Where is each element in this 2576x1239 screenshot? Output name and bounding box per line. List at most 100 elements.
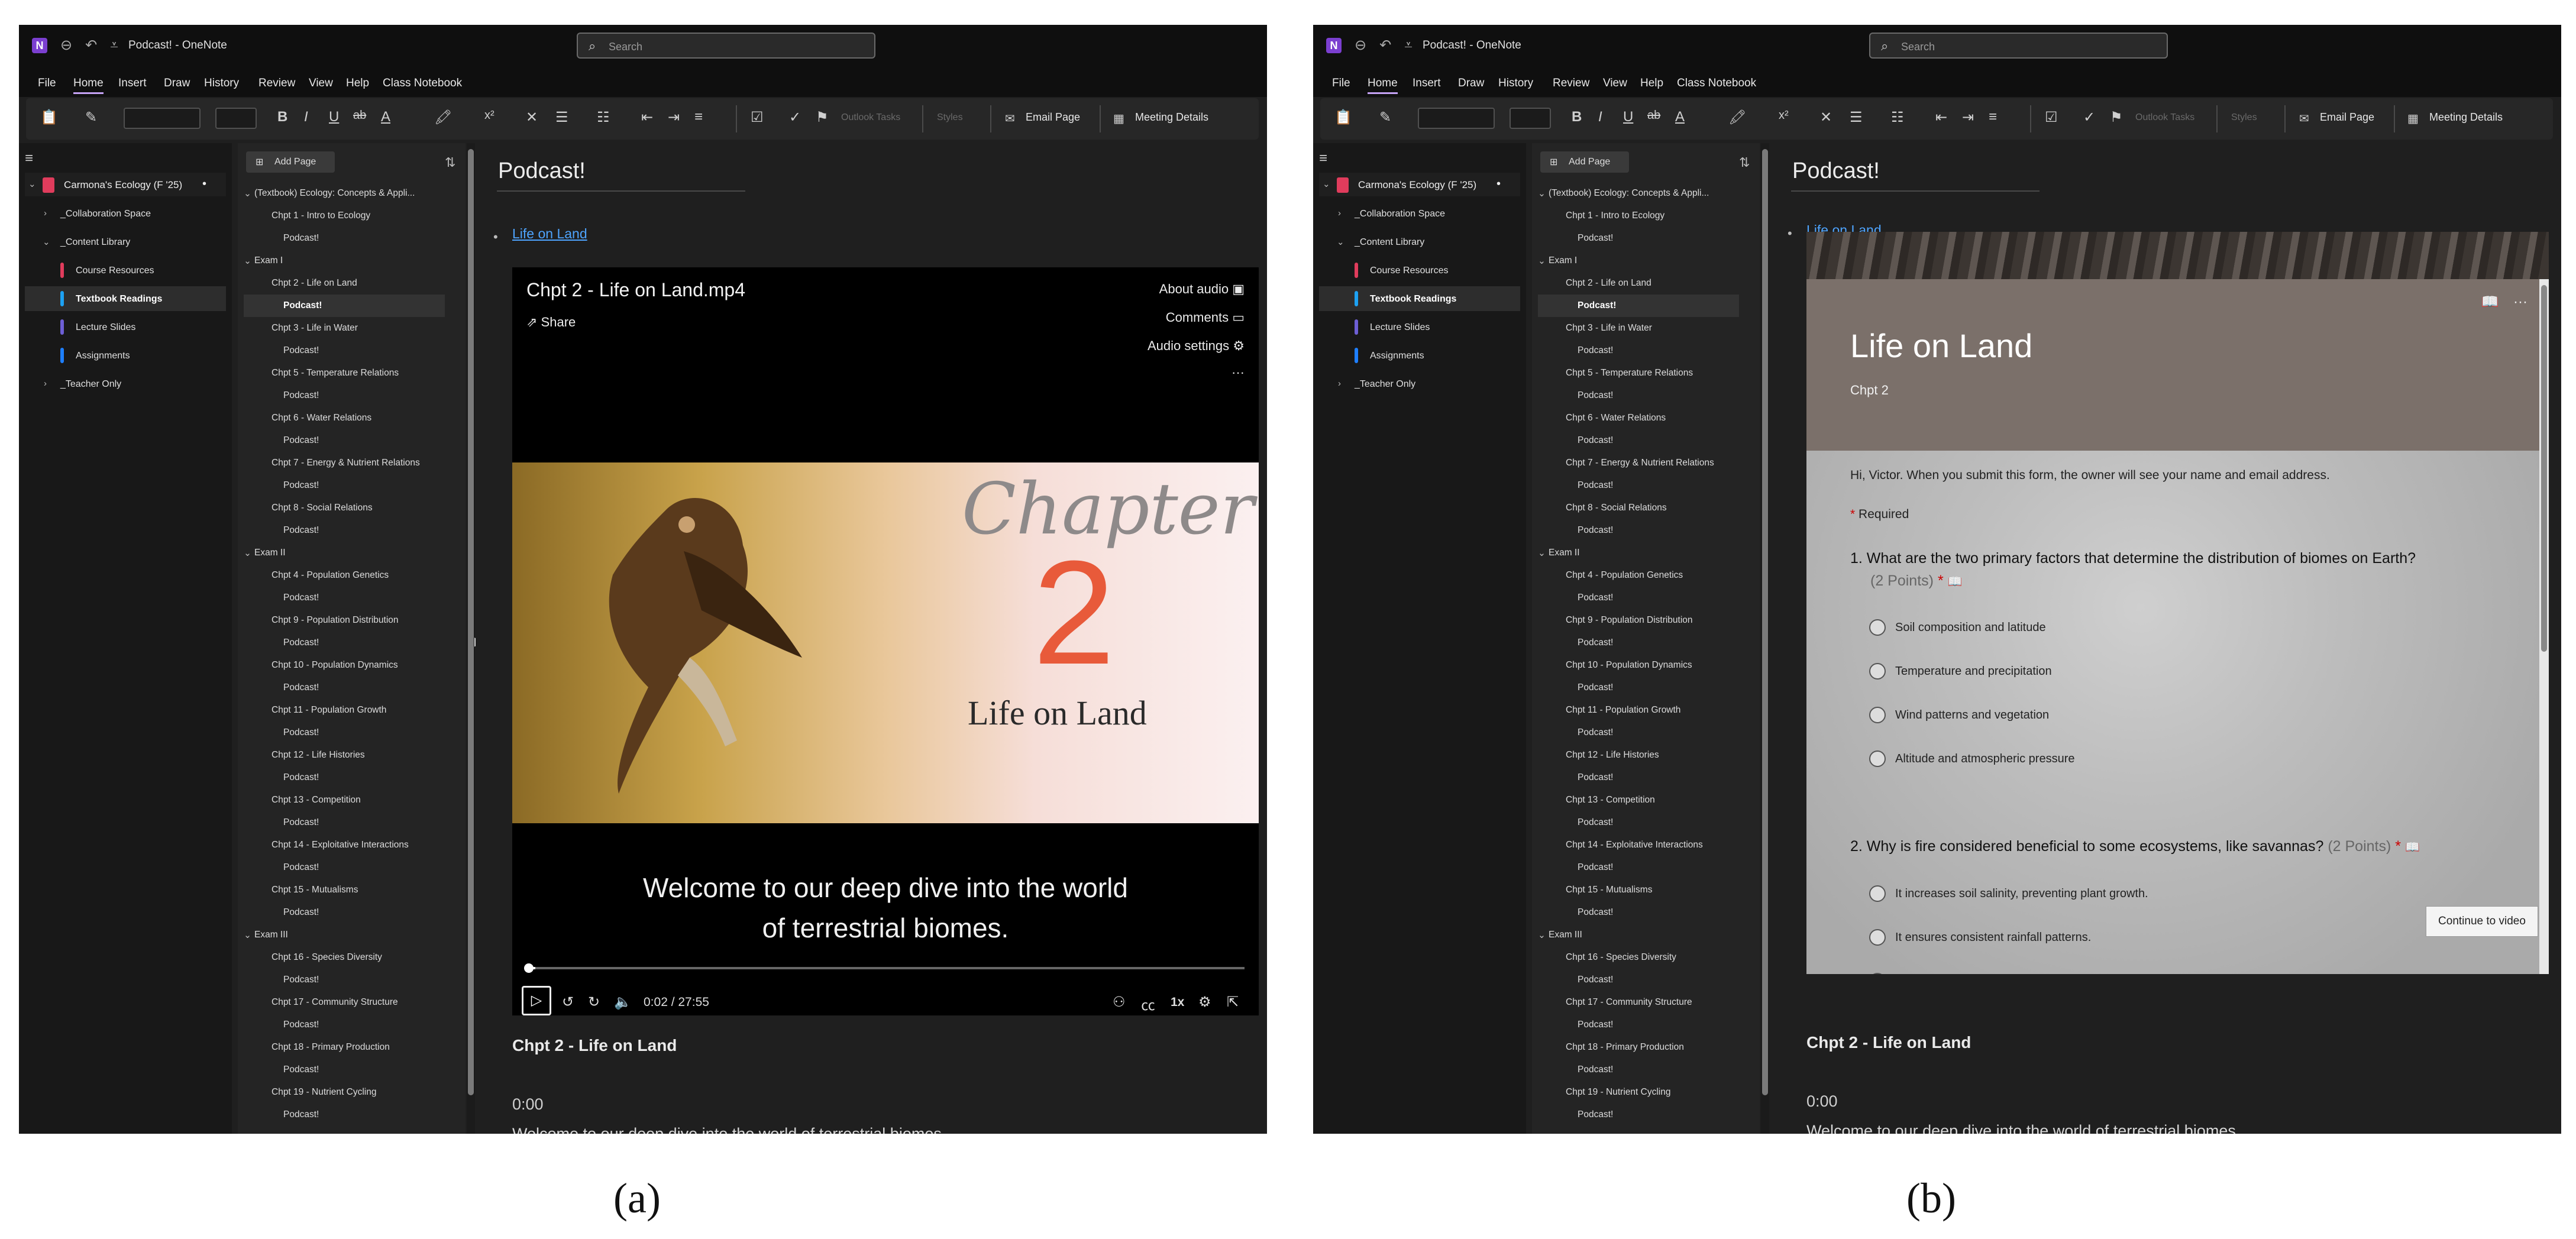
section-item[interactable]: Lecture Slides — [1319, 315, 1520, 339]
page-item[interactable]: Chpt 9 - Population Distribution — [1538, 609, 1739, 632]
menu-class-notebook[interactable]: Class Notebook — [1677, 77, 1756, 90]
align-icon[interactable]: ≡ — [1989, 109, 1997, 125]
embedded-form[interactable]: 📖 ··· Life on Land Chpt 2 Hi, Victor. Wh… — [1806, 232, 2549, 974]
page-group[interactable]: ⌄ Exam II — [1538, 542, 1739, 564]
transcript-timestamp[interactable]: 0:00 — [512, 1095, 544, 1114]
option-label[interactable]: Soil composition and latitude — [1895, 621, 2046, 635]
radio-button[interactable] — [1869, 929, 1886, 946]
page-item[interactable]: Chpt 12 - Life Histories — [1538, 744, 1739, 766]
section-item[interactable]: Assignments — [25, 343, 226, 368]
page-item[interactable]: Podcast! — [1538, 1014, 1739, 1036]
format-painter-icon[interactable]: ✎ — [85, 109, 97, 126]
page-item[interactable]: Chpt 18 - Primary Production — [244, 1036, 445, 1059]
page-item[interactable]: Podcast! — [1538, 811, 1739, 834]
page-item[interactable]: Chpt 8 - Social Relations — [1538, 497, 1739, 519]
highlight-icon[interactable]: 🖍 — [434, 109, 452, 126]
page-group[interactable]: ⌄ Exam III — [244, 924, 445, 946]
audio-settings-button[interactable]: Audio settings ⚙ — [1148, 338, 1245, 354]
paste-icon[interactable]: 📋 — [1334, 109, 1352, 126]
option-label[interactable]: Wind patterns and vegetation — [1895, 709, 2049, 722]
page-item[interactable]: Chpt 11 - Population Growth — [1538, 699, 1739, 722]
font-size-select[interactable] — [215, 108, 257, 129]
chevron-down-icon[interactable]: ⌄ — [244, 548, 251, 559]
chevron-down-icon[interactable]: ⌄ — [244, 188, 251, 199]
page-item[interactable]: Podcast! — [244, 969, 445, 991]
todo-icon[interactable]: ✓ — [789, 109, 801, 126]
search-input[interactable]: ⌕ Search — [1869, 33, 2168, 59]
page-item[interactable]: Podcast! — [244, 1014, 445, 1036]
progress-track[interactable] — [526, 967, 1245, 969]
undo-icon[interactable]: ↶ — [85, 38, 97, 53]
outdent-icon[interactable]: ⇤ — [1935, 109, 1947, 126]
more-icon[interactable]: ··· — [2513, 294, 2527, 310]
page-item[interactable]: Chpt 10 - Population Dynamics — [1538, 654, 1739, 677]
page-item[interactable]: Chpt 15 - Mutualisms — [1538, 879, 1739, 901]
section-item[interactable]: ⌄ _Content Library — [1319, 229, 1520, 254]
page-item[interactable]: Podcast! — [1538, 295, 1739, 317]
page-item[interactable]: Podcast! — [1538, 856, 1739, 879]
page-item[interactable]: Podcast! — [1538, 766, 1739, 789]
page-item[interactable]: Podcast! — [1538, 722, 1739, 744]
meeting-details-button[interactable]: Meeting Details — [2429, 111, 2503, 124]
menu-class-notebook[interactable]: Class Notebook — [383, 77, 462, 90]
immersive-reader-icon[interactable]: 📖 — [2405, 841, 2420, 854]
chevron-down-icon[interactable]: ⌄ — [244, 255, 251, 267]
page-item[interactable]: Chpt 16 - Species Diversity — [1538, 946, 1739, 969]
page-item[interactable]: Podcast! — [1538, 474, 1739, 497]
italic-button[interactable]: I — [304, 109, 308, 125]
page-item[interactable]: Chpt 15 - Mutualisms — [244, 879, 445, 901]
page-item[interactable]: Chpt 17 - Community Structure — [1538, 991, 1739, 1014]
todo-icon[interactable]: ✓ — [2083, 109, 2095, 126]
page-item[interactable]: Chpt 5 - Temperature Relations — [244, 362, 445, 384]
bold-button[interactable]: B — [1572, 109, 1582, 125]
align-icon[interactable]: ≡ — [694, 109, 703, 125]
page-item[interactable]: Podcast! — [1538, 519, 1739, 542]
search-input[interactable]: ⌕ Search — [577, 33, 875, 59]
page-item[interactable]: Podcast! — [1538, 677, 1739, 699]
chevron-down-icon[interactable]: ⌄ — [244, 930, 251, 941]
playback-speed[interactable]: 1x — [1171, 995, 1184, 1010]
email-page-button[interactable]: Email Page — [1026, 111, 1080, 124]
comments-button[interactable]: Comments ▭ — [1166, 310, 1245, 325]
page-list-scrollbar[interactable] — [1761, 143, 1769, 1134]
quick-access-dropdown-icon[interactable]: ⩡ — [1404, 38, 1413, 53]
strikethrough-button[interactable]: ab — [353, 109, 366, 122]
option-label[interactable]: Altitude and atmospheric pressure — [1895, 752, 2075, 766]
page-list-scrollbar[interactable] — [467, 143, 475, 1134]
flag-icon[interactable]: ⚑ — [2110, 109, 2123, 126]
page-item[interactable]: Podcast! — [244, 766, 445, 789]
section-item[interactable]: Assignments — [1319, 343, 1520, 368]
rewind-icon[interactable]: ↺ — [562, 994, 574, 1011]
bullets-icon[interactable]: ☰ — [1850, 109, 1863, 126]
page-item[interactable]: Podcast! — [244, 856, 445, 879]
chevron-right-icon[interactable]: › — [1338, 379, 1341, 389]
page-item[interactable]: Chpt 4 - Population Genetics — [1538, 564, 1739, 587]
hamburger-icon[interactable]: ≡ — [1319, 150, 1327, 167]
radio-button[interactable] — [1869, 885, 1886, 902]
section-item[interactable]: Textbook Readings — [25, 286, 226, 311]
continue-to-video-button[interactable]: Continue to video — [2426, 906, 2538, 937]
video-player[interactable]: Chpt 2 - Life on Land.mp4 ⇗ Share About … — [512, 267, 1259, 1015]
page-item[interactable]: Chpt 9 - Population Distribution — [244, 609, 445, 632]
page-item[interactable]: Podcast! — [244, 901, 445, 924]
page-item[interactable]: Chpt 6 - Water Relations — [244, 407, 445, 429]
page-item[interactable]: Chpt 17 - Community Structure — [244, 991, 445, 1014]
page-item[interactable]: Chpt 6 - Water Relations — [1538, 407, 1739, 429]
page-item[interactable]: Chpt 7 - Energy & Nutrient Relations — [1538, 452, 1739, 474]
people-icon[interactable]: ⚇ — [1113, 994, 1126, 1011]
chevron-down-icon[interactable]: ⌄ — [1538, 255, 1546, 267]
page-item[interactable]: Podcast! — [1538, 1059, 1739, 1081]
page-item[interactable]: Podcast! — [244, 677, 445, 699]
page-item[interactable]: Chpt 12 - Life Histories — [244, 744, 445, 766]
font-family-select[interactable] — [124, 108, 201, 129]
radio-button[interactable] — [1869, 973, 1886, 974]
page-item[interactable]: Podcast! — [244, 722, 445, 744]
page-title[interactable]: Podcast! — [498, 158, 586, 184]
superscript-button[interactable]: x² — [484, 109, 494, 122]
option-label[interactable]: Temperature and precipitation — [1895, 665, 2052, 678]
scrollbar-thumb[interactable] — [468, 149, 474, 1095]
tag-icon[interactable]: ☑ — [751, 109, 764, 126]
superscript-button[interactable]: x² — [1779, 109, 1789, 122]
numbering-icon[interactable]: ☷ — [597, 109, 610, 126]
gear-icon[interactable]: ⚙ — [1198, 994, 1211, 1011]
